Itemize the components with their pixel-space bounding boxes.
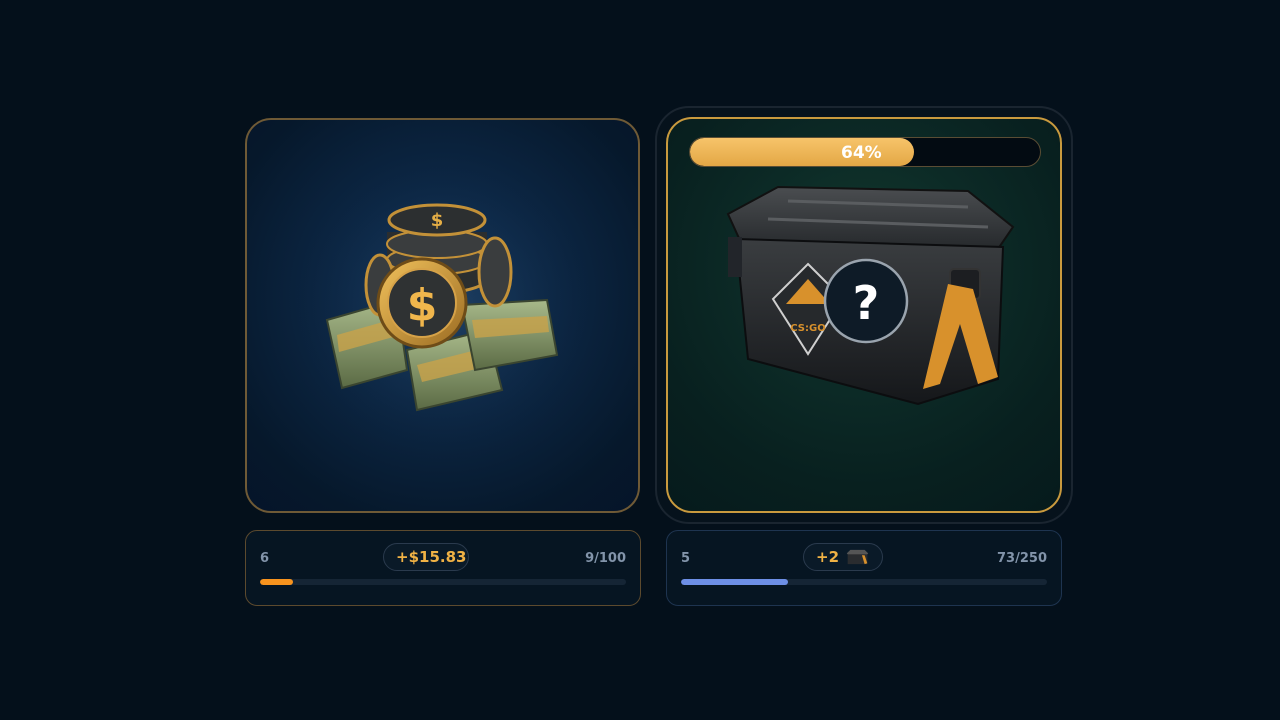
cash-count: 9/100 bbox=[585, 551, 626, 566]
case-reward-amount: +2 bbox=[816, 548, 840, 566]
case-reward-card[interactable]: 64% CS:GO ? bbox=[666, 117, 1062, 513]
case-count: 73/250 bbox=[997, 551, 1047, 566]
mystery-question-icon: ? bbox=[853, 276, 880, 330]
money-stack-icon: $ $ bbox=[294, 160, 594, 460]
case-emblem-text: CS:GO bbox=[790, 323, 825, 334]
case-progress-panel: 5 +2 73/250 bbox=[666, 530, 1062, 606]
case-icon bbox=[846, 549, 869, 565]
cash-reward-pill: +$15.83 bbox=[383, 543, 469, 571]
cash-progress-panel: 6 +$15.83 9/100 bbox=[245, 530, 641, 606]
mystery-case-icon: CS:GO ? bbox=[726, 185, 1015, 406]
svg-text:$: $ bbox=[407, 280, 438, 331]
cash-level: 6 bbox=[260, 551, 270, 566]
case-progress-fill-bottom bbox=[681, 579, 788, 585]
svg-text:$: $ bbox=[431, 210, 444, 231]
cash-progress-track bbox=[260, 579, 626, 585]
cash-reward-card[interactable]: $ $ bbox=[245, 118, 640, 513]
case-level: 5 bbox=[681, 551, 691, 566]
case-progress-track bbox=[681, 579, 1047, 585]
cash-reward-amount: +$15.83 bbox=[396, 548, 467, 566]
cash-progress-fill bbox=[260, 579, 293, 585]
case-reward-pill: +2 bbox=[803, 543, 883, 571]
